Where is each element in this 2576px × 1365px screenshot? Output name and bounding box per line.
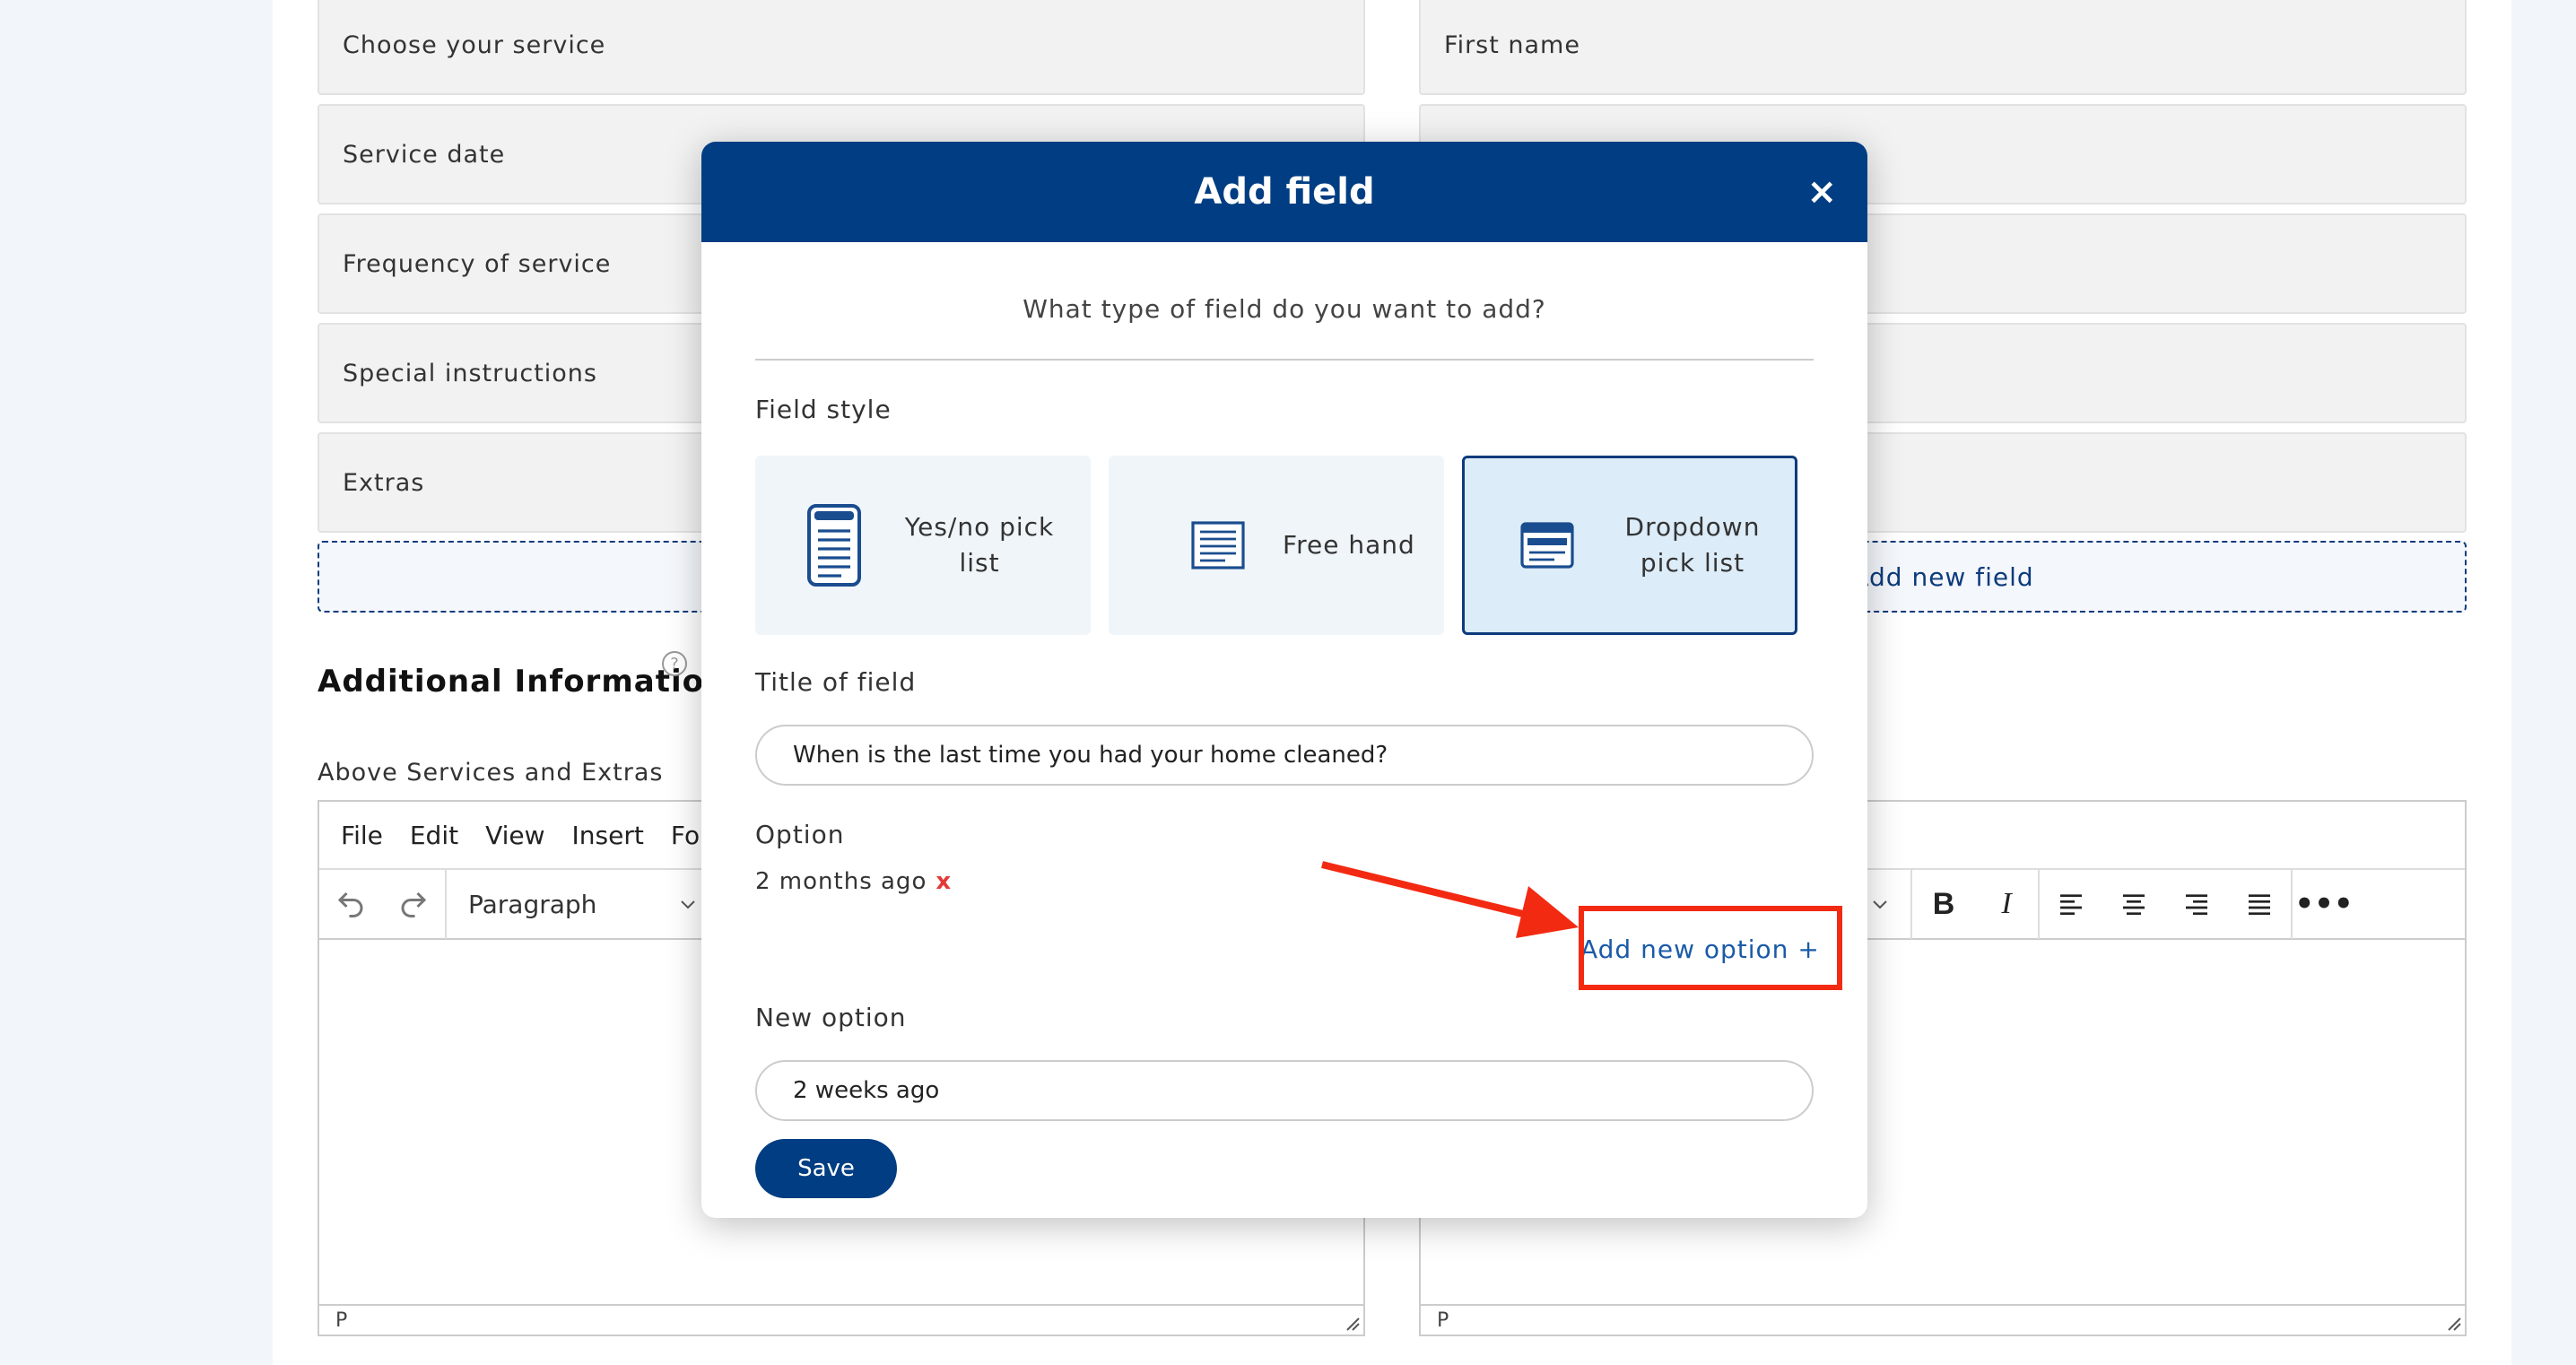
modal-header: Add field × (701, 142, 1867, 242)
save-button[interactable]: Save (755, 1139, 897, 1198)
field-label: Choose your service (343, 30, 606, 59)
bold-icon[interactable]: B (1912, 869, 1975, 939)
dropdown-window-icon (1520, 522, 1574, 569)
add-field-modal: Add field × What type of field do you wa… (701, 142, 1867, 1218)
field-style-label: Field style (755, 395, 892, 424)
annotation-arrow-icon (1321, 861, 1579, 938)
resize-handle-icon[interactable] (2445, 1315, 2461, 1331)
style-label: Free hand (1283, 530, 1415, 560)
justify-icon[interactable] (2228, 869, 2291, 939)
menu-insert[interactable]: Insert (572, 821, 644, 850)
field-label: Frequency of service (343, 249, 612, 278)
new-option-input[interactable]: 2 weeks ago (755, 1060, 1814, 1121)
option-label: Option (755, 820, 845, 849)
paragraph-label: Paragraph (468, 889, 597, 919)
field-label: Special instructions (343, 359, 597, 387)
modal-title: Add field (1194, 171, 1375, 213)
undo-icon[interactable] (319, 869, 382, 939)
align-center-icon[interactable] (2102, 869, 2165, 939)
italic-icon[interactable]: I (1975, 869, 2038, 939)
new-option-label: New option (755, 1003, 907, 1032)
paragraph-select[interactable]: Paragraph (447, 890, 699, 919)
text-document-icon (1191, 521, 1245, 569)
option-text: 2 months ago (755, 868, 927, 895)
field-choose-service[interactable]: Choose your service (318, 0, 1365, 95)
style-option-free-hand[interactable]: Free hand (1109, 456, 1444, 635)
style-label: Dropdown pick list (1624, 512, 1761, 578)
field-first-name[interactable]: First name (1419, 0, 2467, 95)
input-value: 2 weeks ago (793, 1077, 940, 1104)
field-label: Extras (343, 468, 425, 497)
above-services-label: Above Services and Extras (318, 759, 664, 787)
editor-statusbar: P (319, 1304, 1363, 1335)
remove-option-icon[interactable]: x (936, 868, 952, 895)
divider (755, 359, 1814, 361)
more-options-icon[interactable]: ••• (2293, 869, 2355, 939)
field-type-question: What type of field do you want to add? (1023, 294, 1546, 324)
field-label: First name (1444, 30, 1580, 59)
chevron-down-icon[interactable] (1869, 893, 1891, 915)
annotation-highlight-box (1579, 906, 1842, 990)
style-label: Yes/no pick list (904, 512, 1055, 578)
align-left-icon[interactable] (2040, 869, 2102, 939)
menu-view[interactable]: View (485, 821, 544, 850)
close-icon[interactable]: × (1806, 170, 1837, 213)
status-path: P (1437, 1308, 1449, 1332)
status-path: P (335, 1308, 348, 1332)
style-option-dropdown[interactable]: Dropdown pick list (1462, 456, 1797, 635)
menu-file[interactable]: File (341, 821, 383, 850)
align-right-icon[interactable] (2165, 869, 2228, 939)
resize-handle-icon[interactable] (1344, 1315, 1360, 1331)
title-of-field-input[interactable]: When is the last time you had your home … (755, 725, 1814, 786)
style-option-yes-no[interactable]: Yes/no pick list (755, 456, 1091, 635)
redo-icon[interactable] (382, 869, 445, 939)
input-value: When is the last time you had your home … (793, 742, 1388, 769)
title-of-field-label: Title of field (755, 667, 917, 697)
chevron-down-icon (681, 900, 696, 909)
editor-statusbar: P (1421, 1304, 2465, 1335)
add-new-field-label: Add new field (1851, 561, 2034, 592)
list-document-icon (807, 504, 861, 587)
menu-edit[interactable]: Edit (410, 821, 458, 850)
help-icon[interactable]: ? (662, 651, 687, 676)
field-label: Service date (343, 140, 506, 169)
option-item: 2 months ago x (755, 868, 952, 895)
